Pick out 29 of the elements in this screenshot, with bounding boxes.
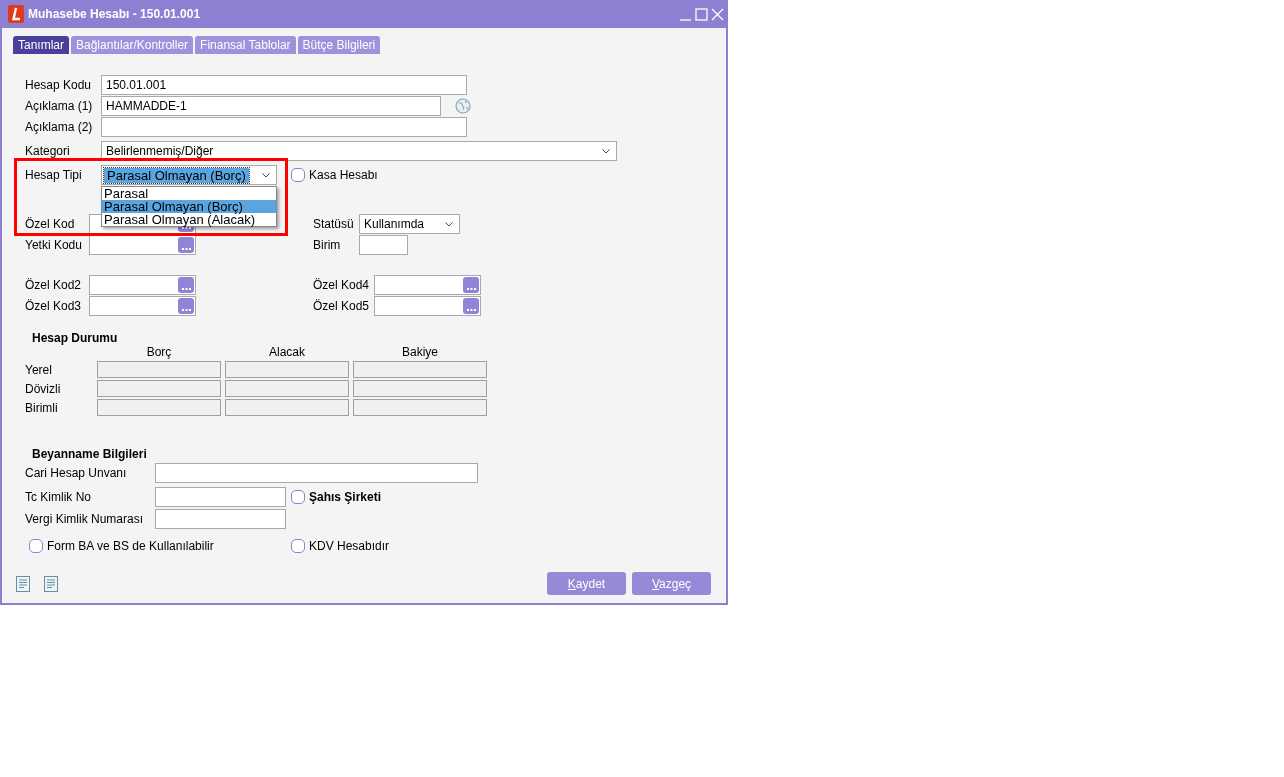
field-label: Özel Kod	[25, 217, 76, 231]
field-label: Özel Kod5	[313, 299, 371, 313]
field-label: Cari Hesap Unvanı	[25, 466, 128, 480]
section-title: Hesap Durumu	[32, 331, 119, 345]
column-header: Bakiye	[401, 345, 439, 359]
checkbox-label: Kasa Hesabı	[309, 168, 378, 182]
row-label: Yerel	[25, 362, 53, 377]
field-label: Özel Kod4	[313, 278, 371, 292]
field-label: Yetki Kodu	[25, 238, 83, 252]
field-label: Kategori	[25, 144, 71, 158]
row-label: Birimli	[25, 400, 59, 415]
field-label: Hesap Kodu	[25, 78, 93, 92]
field-label: Birim	[313, 238, 342, 252]
field-label: Özel Kod3	[25, 299, 83, 313]
checkbox-label: Form BA ve BS de Kullanılabilir	[47, 539, 214, 553]
column-header: Alacak	[268, 345, 306, 359]
checkbox-label: KDV Hesabıdır	[309, 539, 390, 553]
section-title: Beyanname Bilgileri	[32, 447, 148, 461]
field-label: Açıklama (2)	[25, 120, 94, 134]
field-label: Statüsü	[313, 217, 355, 231]
field-label: Hesap Tipi	[25, 168, 83, 182]
checkbox-label: Şahıs Şirketi	[309, 490, 382, 504]
field-label: Vergi Kimlik Numarası	[25, 512, 145, 526]
column-header: Borç	[145, 345, 173, 359]
field-label: Tc Kimlik No	[25, 490, 92, 504]
field-label: Özel Kod2	[25, 278, 83, 292]
field-label: Açıklama (1)	[25, 99, 94, 113]
row-label: Dövizli	[25, 381, 62, 396]
window-title: Muhasebe Hesabı - 150.01.001	[28, 7, 202, 21]
